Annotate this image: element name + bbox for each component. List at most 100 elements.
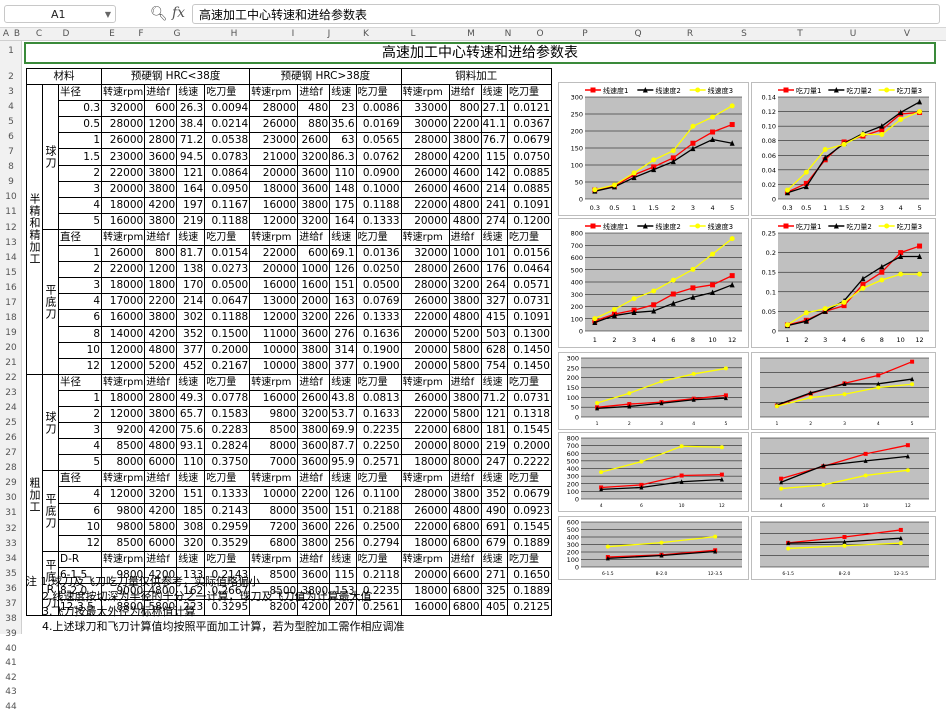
table-cell[interactable]: 0.0731 bbox=[506, 293, 552, 311]
column-header-u[interactable]: U bbox=[845, 28, 861, 41]
table-cell[interactable]: 0.1889 bbox=[506, 582, 552, 601]
table-cell[interactable]: 6800 bbox=[448, 518, 482, 536]
table-cell[interactable]: 16000 bbox=[249, 196, 299, 214]
row-header-6[interactable]: 6 bbox=[0, 132, 22, 142]
table-cell[interactable]: 121 bbox=[480, 405, 508, 424]
row-header-29[interactable]: 29 bbox=[0, 478, 22, 488]
table-cell[interactable]: 880 bbox=[297, 116, 331, 134]
table-cell[interactable]: 9800 bbox=[249, 405, 299, 424]
table-cell[interactable]: 302 bbox=[176, 309, 206, 327]
sub-header[interactable]: 转速rpm bbox=[400, 373, 450, 391]
table-cell[interactable]: 679 bbox=[480, 534, 508, 552]
table-cell[interactable]: 12 bbox=[58, 357, 102, 375]
table-cell[interactable]: 8500 bbox=[100, 534, 146, 552]
table-cell[interactable]: 6800 bbox=[448, 534, 482, 552]
size-col-header[interactable]: 直径 bbox=[58, 470, 102, 488]
table-cell[interactable]: 3800 bbox=[297, 341, 331, 359]
table-cell[interactable]: 6 bbox=[58, 309, 102, 327]
row-header-8[interactable]: 8 bbox=[0, 162, 22, 172]
table-cell[interactable]: 0.2143 bbox=[204, 502, 251, 520]
table-cell[interactable]: 18000 bbox=[400, 454, 450, 472]
table-cell[interactable]: 16000 bbox=[100, 309, 146, 327]
sub-header[interactable]: 线速 bbox=[176, 373, 206, 391]
table-cell[interactable]: 0.0250 bbox=[355, 261, 402, 279]
row-header-41[interactable]: 41 bbox=[0, 658, 22, 668]
row-header-19[interactable]: 19 bbox=[0, 328, 22, 338]
row-header-33[interactable]: 33 bbox=[0, 539, 22, 549]
table-cell[interactable]: 26.3 bbox=[176, 100, 206, 118]
table-cell[interactable]: 12000 bbox=[100, 341, 146, 359]
table-cell[interactable]: 0.0679 bbox=[506, 132, 552, 150]
table-cell[interactable]: 2000 bbox=[297, 293, 331, 311]
row-header-36[interactable]: 36 bbox=[0, 584, 22, 594]
row-header-38[interactable]: 38 bbox=[0, 614, 22, 624]
table-cell[interactable]: 5 bbox=[58, 212, 102, 230]
table-cell[interactable]: 3800 bbox=[297, 534, 331, 552]
table-cell[interactable]: 628 bbox=[480, 341, 508, 359]
table-cell[interactable]: 3800 bbox=[297, 357, 331, 375]
table-cell[interactable]: 3 bbox=[58, 180, 102, 198]
table-cell[interactable]: 121 bbox=[176, 164, 206, 182]
table-cell[interactable]: 0.0679 bbox=[506, 486, 552, 504]
row-header-17[interactable]: 17 bbox=[0, 298, 22, 308]
column-header-s[interactable]: S bbox=[736, 28, 752, 41]
table-cell[interactable]: 0.0750 bbox=[506, 148, 552, 166]
sub-header[interactable]: 进给f bbox=[297, 550, 331, 568]
size-col-header[interactable]: 直径 bbox=[58, 228, 102, 247]
table-cell[interactable]: 6800 bbox=[249, 534, 299, 552]
table-cell[interactable]: 4800 bbox=[144, 438, 178, 456]
table-cell[interactable]: 1 bbox=[58, 245, 102, 263]
table-cell[interactable]: 241 bbox=[480, 196, 508, 214]
table-cell[interactable]: 6800 bbox=[448, 582, 482, 601]
sub-header[interactable]: 转速rpm bbox=[249, 373, 299, 391]
table-cell[interactable]: 4 bbox=[58, 196, 102, 214]
table-cell[interactable]: 0.0864 bbox=[204, 164, 251, 182]
table-cell[interactable]: 0.1583 bbox=[204, 405, 251, 424]
table-cell[interactable]: 163 bbox=[329, 293, 357, 311]
table-cell[interactable]: 4600 bbox=[448, 180, 482, 198]
table-cell[interactable]: 352 bbox=[176, 325, 206, 343]
table-cell[interactable]: 3200 bbox=[297, 405, 331, 424]
table-cell[interactable]: 9800 bbox=[100, 518, 146, 536]
table-cell[interactable]: 1 bbox=[58, 389, 102, 407]
table-cell[interactable]: 2 bbox=[58, 261, 102, 279]
row-header-24[interactable]: 24 bbox=[0, 403, 22, 413]
table-cell[interactable]: 18000 bbox=[249, 180, 299, 198]
table-cell[interactable]: 6000 bbox=[144, 454, 178, 472]
row-header-12[interactable]: 12 bbox=[0, 223, 22, 233]
table-cell[interactable]: 1600 bbox=[297, 277, 331, 295]
table-cell[interactable]: 18000 bbox=[400, 534, 450, 552]
table-cell[interactable]: 13000 bbox=[249, 293, 299, 311]
table-cell[interactable]: 3600 bbox=[297, 438, 331, 456]
table-cell[interactable]: 691 bbox=[480, 518, 508, 536]
column-header-v[interactable]: V bbox=[899, 28, 915, 41]
table-cell[interactable]: 22000 bbox=[400, 196, 450, 214]
sub-header[interactable]: 线速 bbox=[329, 550, 357, 568]
sub-header[interactable]: 转速rpm bbox=[100, 470, 146, 488]
table-cell[interactable]: 12000 bbox=[100, 357, 146, 375]
table-cell[interactable]: 3500 bbox=[297, 502, 331, 520]
table-cell[interactable]: 0.0647 bbox=[204, 293, 251, 311]
table-cell[interactable]: 4800 bbox=[448, 502, 482, 520]
table-cell[interactable]: 14000 bbox=[100, 325, 146, 343]
table-cell[interactable]: 26000 bbox=[400, 164, 450, 182]
row-header-10[interactable]: 10 bbox=[0, 192, 22, 202]
table-cell[interactable]: 69.1 bbox=[329, 245, 357, 263]
table-cell[interactable]: 1000 bbox=[297, 261, 331, 279]
size-col-header[interactable]: 半径 bbox=[58, 84, 102, 102]
table-cell[interactable]: 138 bbox=[176, 261, 206, 279]
table-cell[interactable]: 754 bbox=[480, 357, 508, 375]
table-cell[interactable]: 0.5 bbox=[58, 116, 102, 134]
table-cell[interactable]: 22000 bbox=[400, 405, 450, 424]
group-header-1[interactable]: 预硬钢 HRC<38度 bbox=[100, 67, 251, 86]
table-cell[interactable]: 26000 bbox=[249, 116, 299, 134]
table-cell[interactable]: 3600 bbox=[297, 518, 331, 536]
sub-header[interactable]: 进给f bbox=[297, 84, 331, 102]
column-header-g[interactable]: G bbox=[169, 28, 185, 41]
table-cell[interactable]: 164 bbox=[329, 212, 357, 230]
table-cell[interactable]: 6000 bbox=[144, 534, 178, 552]
table-cell[interactable]: 151 bbox=[176, 486, 206, 504]
table-cell[interactable]: 3800 bbox=[144, 212, 178, 230]
row-header-32[interactable]: 32 bbox=[0, 524, 22, 534]
sub-header[interactable]: 线速 bbox=[480, 228, 508, 247]
